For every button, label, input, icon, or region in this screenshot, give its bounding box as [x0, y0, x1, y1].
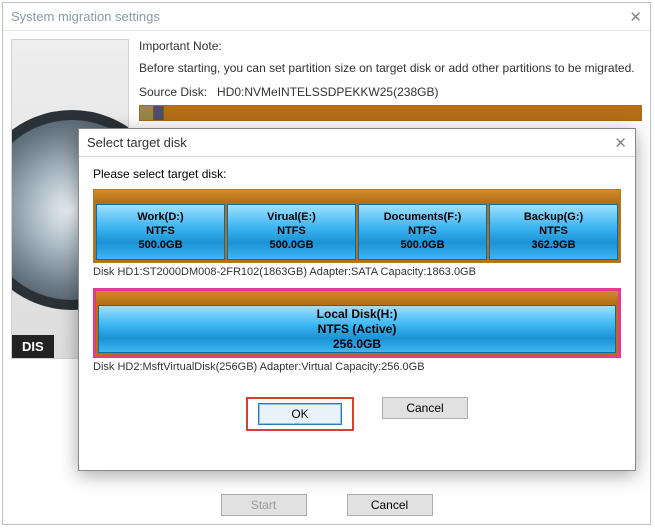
start-button[interactable]: Start	[221, 494, 307, 516]
target-disk-2[interactable]: Local Disk(H:) NTFS (Active) 256.0GB	[93, 288, 621, 358]
target-disk-1[interactable]: Work(D:) NTFS 500.0GB Virual(E:) NTFS 50…	[93, 189, 621, 263]
modal-prompt: Please select target disk:	[93, 167, 621, 181]
source-disk-bar	[139, 105, 642, 121]
parent-cancel-button[interactable]: Cancel	[347, 494, 433, 516]
partition-backup-g[interactable]: Backup(G:) NTFS 362.9GB	[489, 204, 618, 260]
close-icon[interactable]: ✕	[629, 8, 642, 26]
source-disk-value: HD0:NVMeINTELSSDPEKKW25(238GB)	[217, 85, 438, 99]
disk1-meta: Disk HD1:ST2000DM008-2FR102(1863GB) Adap…	[93, 266, 621, 278]
modal-title: Select target disk	[87, 135, 187, 150]
disk2-meta: Disk HD2:MsftVirtualDisk(256GB) Adapter:…	[93, 361, 621, 373]
note-title: Important Note:	[139, 39, 642, 53]
modal-titlebar[interactable]: Select target disk ✕	[79, 129, 635, 157]
disk-illustration-label: DIS	[12, 335, 54, 358]
select-target-disk-dialog: Select target disk ✕ Please select targe…	[78, 128, 636, 471]
ok-highlight: OK	[246, 397, 354, 431]
parent-titlebar[interactable]: System migration settings ✕	[3, 3, 650, 31]
source-disk-line: Source Disk: HD0:NVMeINTELSSDPEKKW25(238…	[139, 85, 642, 99]
parent-title: System migration settings	[11, 9, 160, 24]
partition-work-d[interactable]: Work(D:) NTFS 500.0GB	[96, 204, 225, 260]
partition-virual-e[interactable]: Virual(E:) NTFS 500.0GB	[227, 204, 356, 260]
modal-cancel-button[interactable]: Cancel	[382, 397, 468, 419]
note-text: Before starting, you can set partition s…	[139, 61, 642, 75]
source-disk-label: Source Disk:	[139, 85, 207, 99]
ok-button[interactable]: OK	[258, 403, 342, 425]
modal-close-icon[interactable]: ✕	[614, 134, 627, 152]
partition-local-disk-h[interactable]: Local Disk(H:) NTFS (Active) 256.0GB	[98, 305, 616, 353]
partition-documents-f[interactable]: Documents(F:) NTFS 500.0GB	[358, 204, 487, 260]
